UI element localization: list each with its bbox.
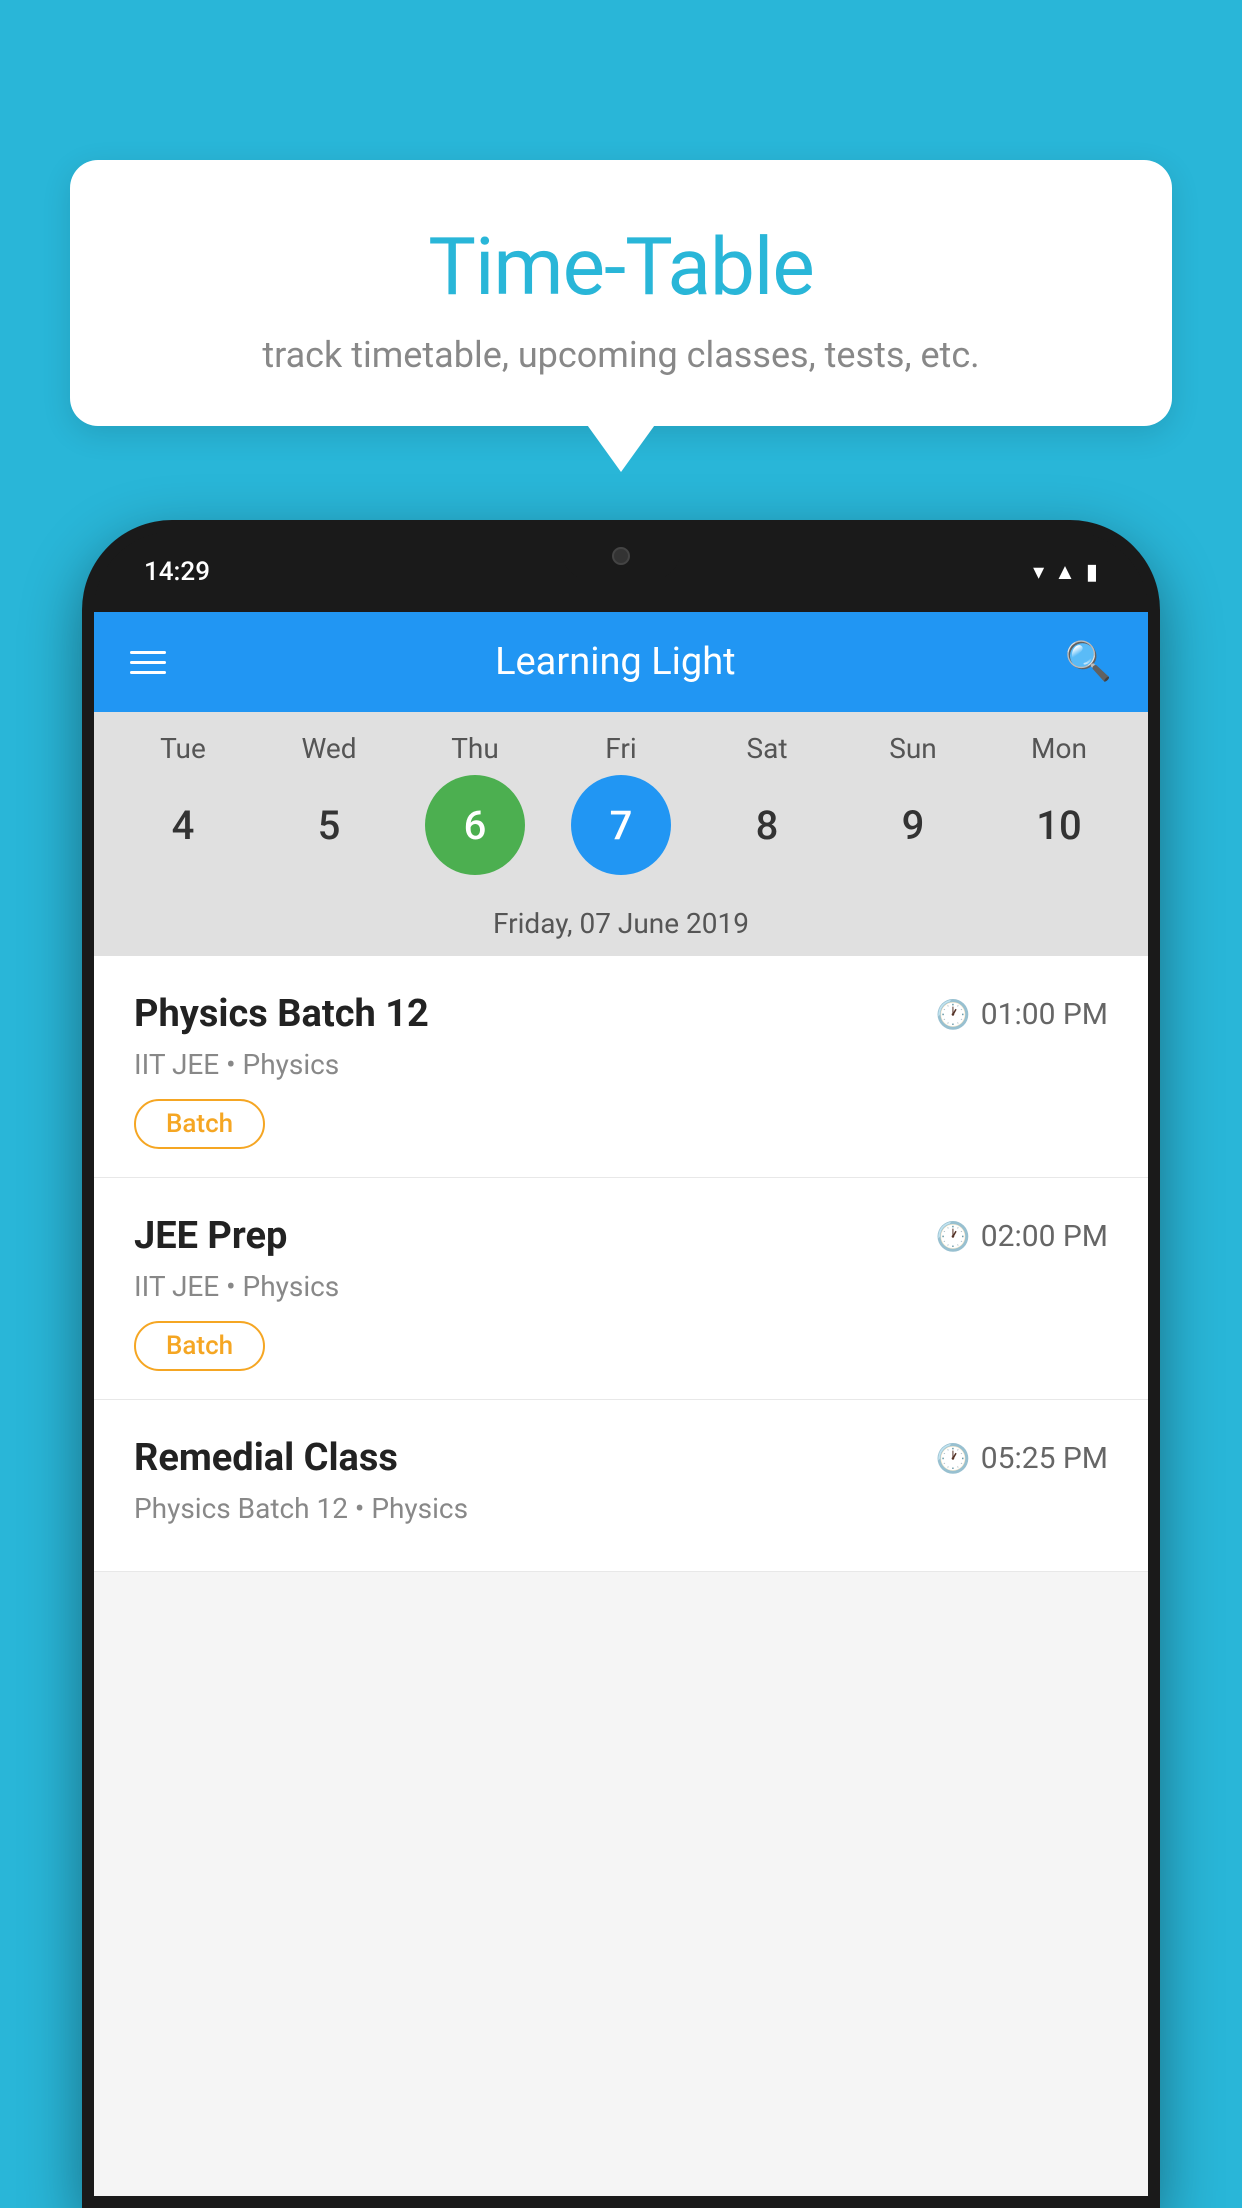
day-5[interactable]: 5 [279, 775, 379, 875]
item-title-0: Physics Batch 12 [134, 992, 429, 1036]
day-numbers-row[interactable]: 4 5 6 7 8 9 10 [94, 775, 1148, 875]
item-time-1: 🕐 02:00 PM [936, 1219, 1108, 1254]
item-time-0: 🕐 01:00 PM [936, 997, 1108, 1032]
clock-icon-0: 🕐 [936, 998, 971, 1031]
phone-notch [561, 532, 681, 580]
item-header-2: Remedial Class 🕐 05:25 PM [134, 1436, 1108, 1480]
item-title-1: JEE Prep [134, 1214, 287, 1258]
day-10[interactable]: 10 [1009, 775, 1109, 875]
search-icon[interactable]: 🔍 [1065, 640, 1112, 684]
day-name-4: Sat [717, 732, 817, 765]
item-title-2: Remedial Class [134, 1436, 398, 1480]
day-name-2: Thu [425, 732, 525, 765]
tooltip-subtitle: track timetable, upcoming classes, tests… [130, 334, 1112, 376]
day-6-today[interactable]: 6 [425, 775, 525, 875]
day-8[interactable]: 8 [717, 775, 817, 875]
status-icons: ▾ ▲ ▮ [1033, 559, 1098, 585]
schedule-item-1[interactable]: JEE Prep 🕐 02:00 PM IIT JEE • Physics Ba… [94, 1178, 1148, 1400]
menu-line-3 [130, 671, 166, 674]
phone-time: 14:29 [144, 557, 210, 587]
item-meta-0: IIT JEE • Physics [134, 1048, 1108, 1081]
item-meta-2: Physics Batch 12 • Physics [134, 1492, 1108, 1525]
item-header-0: Physics Batch 12 🕐 01:00 PM [134, 992, 1108, 1036]
time-value-1: 02:00 PM [981, 1219, 1108, 1254]
day-name-1: Wed [279, 732, 379, 765]
day-4[interactable]: 4 [133, 775, 233, 875]
selected-date-label: Friday, 07 June 2019 [94, 891, 1148, 956]
tooltip-card: Time-Table track timetable, upcoming cla… [70, 160, 1172, 426]
menu-line-2 [130, 661, 166, 664]
battery-icon: ▮ [1086, 560, 1098, 585]
clock-icon-1: 🕐 [936, 1220, 971, 1253]
status-bar: 14:29 ▾ ▲ ▮ [94, 532, 1148, 612]
calendar-strip: Tue Wed Thu Fri Sat Sun Mon 4 5 6 7 8 9 … [94, 712, 1148, 956]
schedule-item-2[interactable]: Remedial Class 🕐 05:25 PM Physics Batch … [94, 1400, 1148, 1572]
batch-badge-0: Batch [134, 1099, 265, 1149]
app-title: Learning Light [495, 640, 736, 684]
phone-screen: Learning Light 🔍 Tue Wed Thu Fri Sat Sun… [94, 612, 1148, 2196]
time-value-0: 01:00 PM [981, 997, 1108, 1032]
phone-camera [612, 547, 630, 565]
signal-icon: ▲ [1054, 559, 1076, 585]
day-names-row: Tue Wed Thu Fri Sat Sun Mon [94, 732, 1148, 765]
time-value-2: 05:25 PM [981, 1441, 1108, 1476]
clock-icon-2: 🕐 [936, 1442, 971, 1475]
item-meta-1: IIT JEE • Physics [134, 1270, 1108, 1303]
day-name-5: Sun [863, 732, 963, 765]
day-9[interactable]: 9 [863, 775, 963, 875]
day-name-0: Tue [133, 732, 233, 765]
wifi-icon: ▾ [1033, 560, 1044, 585]
hamburger-menu-button[interactable] [130, 651, 166, 674]
tooltip-title: Time-Table [130, 220, 1112, 314]
item-header-1: JEE Prep 🕐 02:00 PM [134, 1214, 1108, 1258]
phone-frame: 14:29 ▾ ▲ ▮ Learning Light 🔍 Tue Wed [82, 520, 1160, 2208]
day-name-6: Mon [1009, 732, 1109, 765]
batch-badge-1: Batch [134, 1321, 265, 1371]
app-header: Learning Light 🔍 [94, 612, 1148, 712]
day-name-3: Fri [571, 732, 671, 765]
schedule-list: Physics Batch 12 🕐 01:00 PM IIT JEE • Ph… [94, 956, 1148, 1572]
schedule-item-0[interactable]: Physics Batch 12 🕐 01:00 PM IIT JEE • Ph… [94, 956, 1148, 1178]
item-time-2: 🕐 05:25 PM [936, 1441, 1108, 1476]
menu-line-1 [130, 651, 166, 654]
day-7-selected[interactable]: 7 [571, 775, 671, 875]
